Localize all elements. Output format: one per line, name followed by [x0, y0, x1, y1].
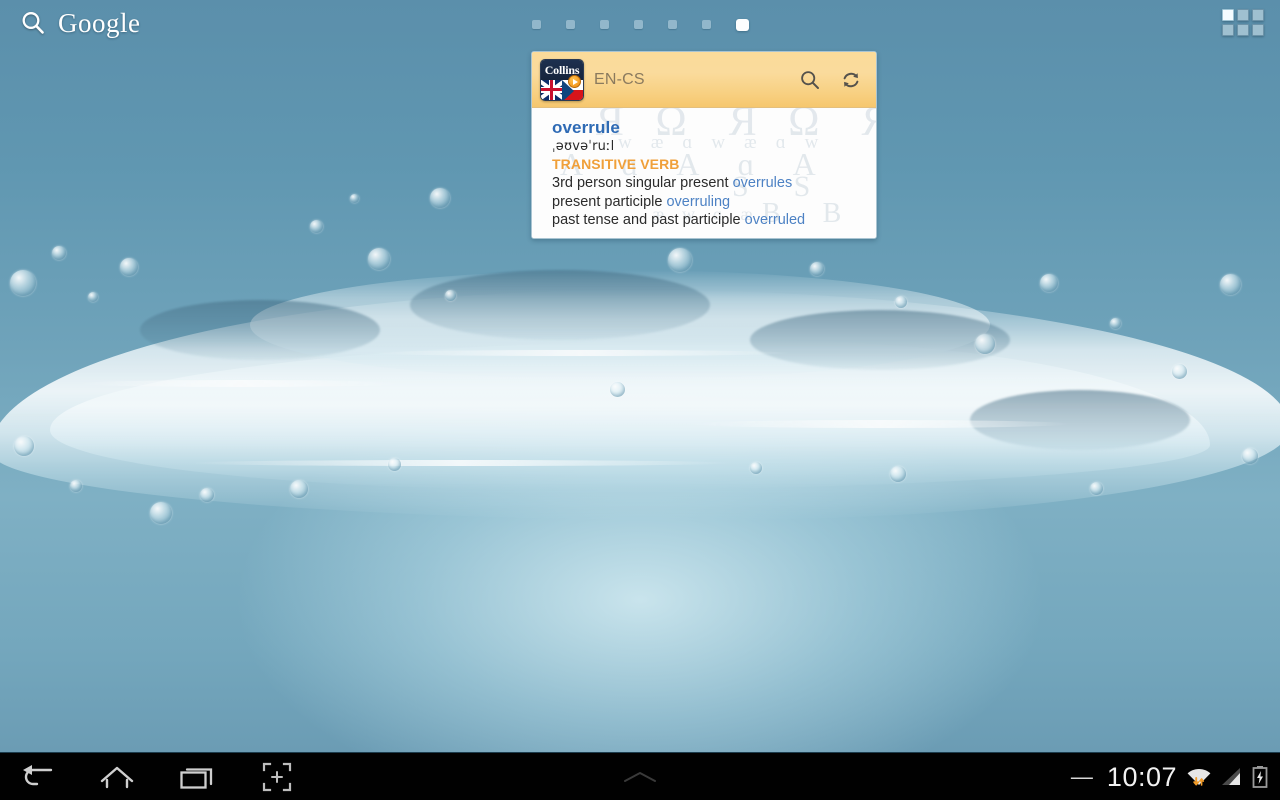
screenshot-icon[interactable] — [261, 761, 293, 793]
apps-grid-cell-2 — [1237, 9, 1249, 21]
collins-wordmark: Collins — [544, 62, 580, 77]
refresh-icon[interactable] — [840, 69, 862, 91]
language-pair-label: EN-CS — [594, 70, 645, 88]
back-button[interactable] — [14, 753, 60, 800]
page-dot-3[interactable] — [599, 20, 609, 29]
apps-grid-cell-6 — [1252, 24, 1264, 36]
inflection-form[interactable]: overruling — [666, 194, 730, 210]
inflection-form[interactable]: overrules — [733, 175, 793, 191]
wifi-icon[interactable] — [1186, 765, 1212, 789]
page-dot-1[interactable] — [531, 20, 541, 29]
widget-header: Collins EN-CS — [532, 52, 876, 108]
collins-dictionary-icon[interactable]: Collins — [540, 58, 584, 101]
collins-dictionary-widget[interactable]: Collins EN-CS Я Ω Я Ω Я w æ ɑ w æ ɑ w A … — [531, 51, 877, 239]
inflection-row: past tense and past participle overruled — [552, 211, 876, 230]
inflection-label: present participle — [552, 193, 663, 210]
page-dot-6[interactable] — [701, 20, 711, 29]
status-area[interactable]: — 10:07 — [1071, 753, 1268, 800]
apps-grid-cell-3 — [1252, 9, 1264, 21]
home-button[interactable] — [94, 753, 140, 800]
app-drawer-button[interactable] — [1222, 9, 1264, 36]
system-navigation-bar: — 10:07 — [0, 752, 1280, 800]
apps-grid-cell-5 — [1237, 24, 1249, 36]
nav-button-group — [14, 753, 300, 800]
headword[interactable]: overrule — [552, 118, 876, 138]
chevron-up-icon[interactable] — [621, 769, 659, 785]
home-top-bar: Google — [0, 0, 1280, 46]
inflection-row: present participle overruling — [552, 193, 876, 212]
phonetic-transcription: ˌəʊvəˈruːl — [552, 139, 615, 154]
widget-entry-body[interactable]: Я Ω Я Ω Я w æ ɑ w æ ɑ w A ɑ A ɑ A S S B … — [532, 108, 876, 238]
status-dash: — — [1070, 764, 1093, 789]
inflection-form[interactable]: overruled — [745, 212, 805, 228]
page-dot-2[interactable] — [565, 20, 575, 29]
page-dot-4[interactable] — [633, 20, 643, 29]
apps-grid-cell-4 — [1222, 24, 1234, 36]
inflection-label: past tense and past participle — [552, 212, 741, 228]
widget-header-actions — [799, 69, 862, 91]
home-icon[interactable] — [99, 764, 135, 790]
page-indicator[interactable] — [0, 19, 1280, 31]
inflection-label: 3rd person singular present — [552, 175, 729, 191]
entry-content: overrule ˌəʊvəˈruːl TRANSITIVE VERB 3rd … — [552, 118, 876, 230]
water-splash-graphic — [0, 188, 1280, 620]
page-dot-5[interactable] — [667, 20, 677, 29]
battery-charging-icon[interactable] — [1252, 765, 1268, 789]
recent-apps-button[interactable] — [174, 753, 220, 800]
part-of-speech: TRANSITIVE VERB — [552, 156, 680, 172]
back-icon[interactable] — [20, 764, 54, 790]
uk-flag-icon — [541, 79, 562, 100]
recent-apps-icon[interactable] — [179, 764, 215, 790]
screenshot-button[interactable] — [254, 753, 300, 800]
home-screen: Google Collins EN-CS Я Ω Я Ω Я w æ ɑ w æ… — [0, 0, 1280, 800]
inflection-row: 3rd person singular present overrules — [552, 174, 876, 193]
apps-grid-cell-1 — [1222, 9, 1234, 21]
signal-bars-icon[interactable] — [1221, 766, 1243, 788]
audio-badge-icon — [568, 74, 581, 88]
clock[interactable]: 10:07 — [1107, 763, 1177, 791]
page-dot-7-active[interactable] — [735, 19, 749, 31]
search-icon[interactable] — [799, 69, 821, 91]
